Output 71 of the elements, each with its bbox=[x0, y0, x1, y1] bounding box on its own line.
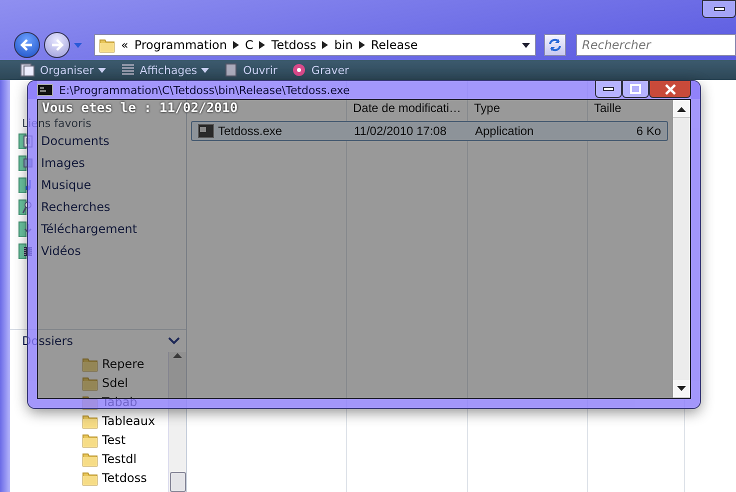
minimize-icon bbox=[714, 7, 724, 11]
refresh-button[interactable] bbox=[544, 34, 566, 56]
chevron-down-icon bbox=[168, 337, 180, 345]
favorite-link[interactable]: Téléchargement bbox=[10, 218, 138, 240]
overflow-chevron[interactable]: « bbox=[121, 38, 128, 52]
folder-tree-item[interactable]: Tableaux bbox=[10, 411, 156, 430]
chevron-right-icon bbox=[233, 41, 240, 49]
file-type: Application bbox=[474, 123, 535, 140]
chevron-right-icon bbox=[259, 41, 266, 49]
scrollbar-thumb[interactable] bbox=[170, 472, 186, 492]
documents-icon bbox=[20, 62, 36, 78]
toolbar-button[interactable]: Ouvrir bbox=[223, 62, 278, 78]
folder-tree-item[interactable]: Testdl bbox=[10, 449, 137, 468]
console-output: Vous etes le : 11/02/2010 bbox=[42, 101, 238, 116]
folder-icon bbox=[82, 356, 98, 372]
search-field[interactable]: Rechercher bbox=[576, 34, 736, 56]
folder-icon bbox=[82, 374, 98, 390]
scrollbar[interactable] bbox=[168, 352, 186, 492]
file-date: 11/02/2010 17:08 bbox=[353, 123, 448, 140]
folder-tree-item[interactable]: Sdel bbox=[10, 373, 128, 392]
breadcrumb[interactable]: Release bbox=[370, 38, 418, 52]
folder-icon bbox=[82, 412, 98, 428]
program-icon bbox=[198, 124, 214, 138]
page-icon bbox=[223, 62, 240, 78]
folder-icon bbox=[82, 432, 98, 448]
scroll-down-icon bbox=[677, 386, 686, 392]
refresh-icon bbox=[548, 38, 562, 52]
minimize-icon bbox=[603, 87, 614, 91]
breadcrumb[interactable]: Programmation bbox=[134, 38, 228, 52]
breadcrumb[interactable]: bin bbox=[334, 38, 353, 52]
close-icon bbox=[664, 84, 676, 94]
arrow-left-icon bbox=[19, 37, 35, 53]
scroll-up-icon bbox=[173, 352, 182, 358]
window-title: E:\Programmation\C\Tetdoss\bin\Release\Tetdoss.exe bbox=[59, 84, 351, 96]
toolbar-button[interactable]: Affichages bbox=[120, 62, 210, 78]
folder-tree-item[interactable]: Repere bbox=[10, 354, 144, 373]
console-icon bbox=[37, 84, 53, 96]
favorite-link[interactable]: Vidéos bbox=[10, 240, 81, 262]
caret-icon bbox=[74, 41, 82, 49]
chevron-right-icon bbox=[358, 41, 365, 49]
file-size: 6 Ko bbox=[635, 123, 662, 140]
close-button[interactable] bbox=[649, 80, 691, 98]
toolbar-button[interactable]: Organiser bbox=[20, 62, 106, 78]
file-name: Tetdoss.exe bbox=[218, 123, 282, 140]
breadcrumb[interactable]: C bbox=[245, 38, 254, 52]
folder-tree-item[interactable]: Tetdoss bbox=[10, 468, 147, 487]
favorite-link[interactable]: Recherches bbox=[10, 196, 110, 218]
address-bar[interactable]: « Programmation C Tetdoss bin Release bbox=[94, 34, 536, 56]
maximize-icon bbox=[630, 84, 641, 94]
folder-tree-item[interactable]: Test bbox=[10, 430, 126, 449]
favorite-link[interactable]: Images bbox=[10, 152, 85, 174]
favorite-link[interactable]: Documents bbox=[10, 130, 110, 152]
forward-button[interactable] bbox=[44, 32, 70, 58]
maximize-button[interactable] bbox=[622, 80, 649, 98]
scroll-up-icon bbox=[677, 106, 686, 112]
disc-icon bbox=[291, 62, 308, 78]
favorite-link[interactable]: Musique bbox=[10, 174, 92, 196]
folder-icon bbox=[82, 470, 98, 486]
back-button[interactable] bbox=[14, 32, 40, 58]
folder-icon bbox=[82, 450, 98, 466]
minimize-button[interactable] bbox=[702, 0, 736, 18]
scrollbar[interactable] bbox=[673, 100, 690, 398]
breadcrumb[interactable]: Tetdoss bbox=[271, 38, 316, 52]
folder-icon bbox=[99, 37, 115, 53]
dropdown-arrow-icon bbox=[521, 41, 531, 49]
toolbar-button[interactable]: Graver bbox=[291, 62, 350, 78]
chevron-right-icon bbox=[322, 41, 328, 49]
arrow-right-icon bbox=[49, 37, 65, 53]
list-icon bbox=[120, 62, 136, 78]
minimize-button[interactable] bbox=[595, 80, 622, 98]
file-row[interactable]: Tetdoss.exe 11/02/2010 17:08 Application 6 Ko bbox=[191, 121, 668, 141]
